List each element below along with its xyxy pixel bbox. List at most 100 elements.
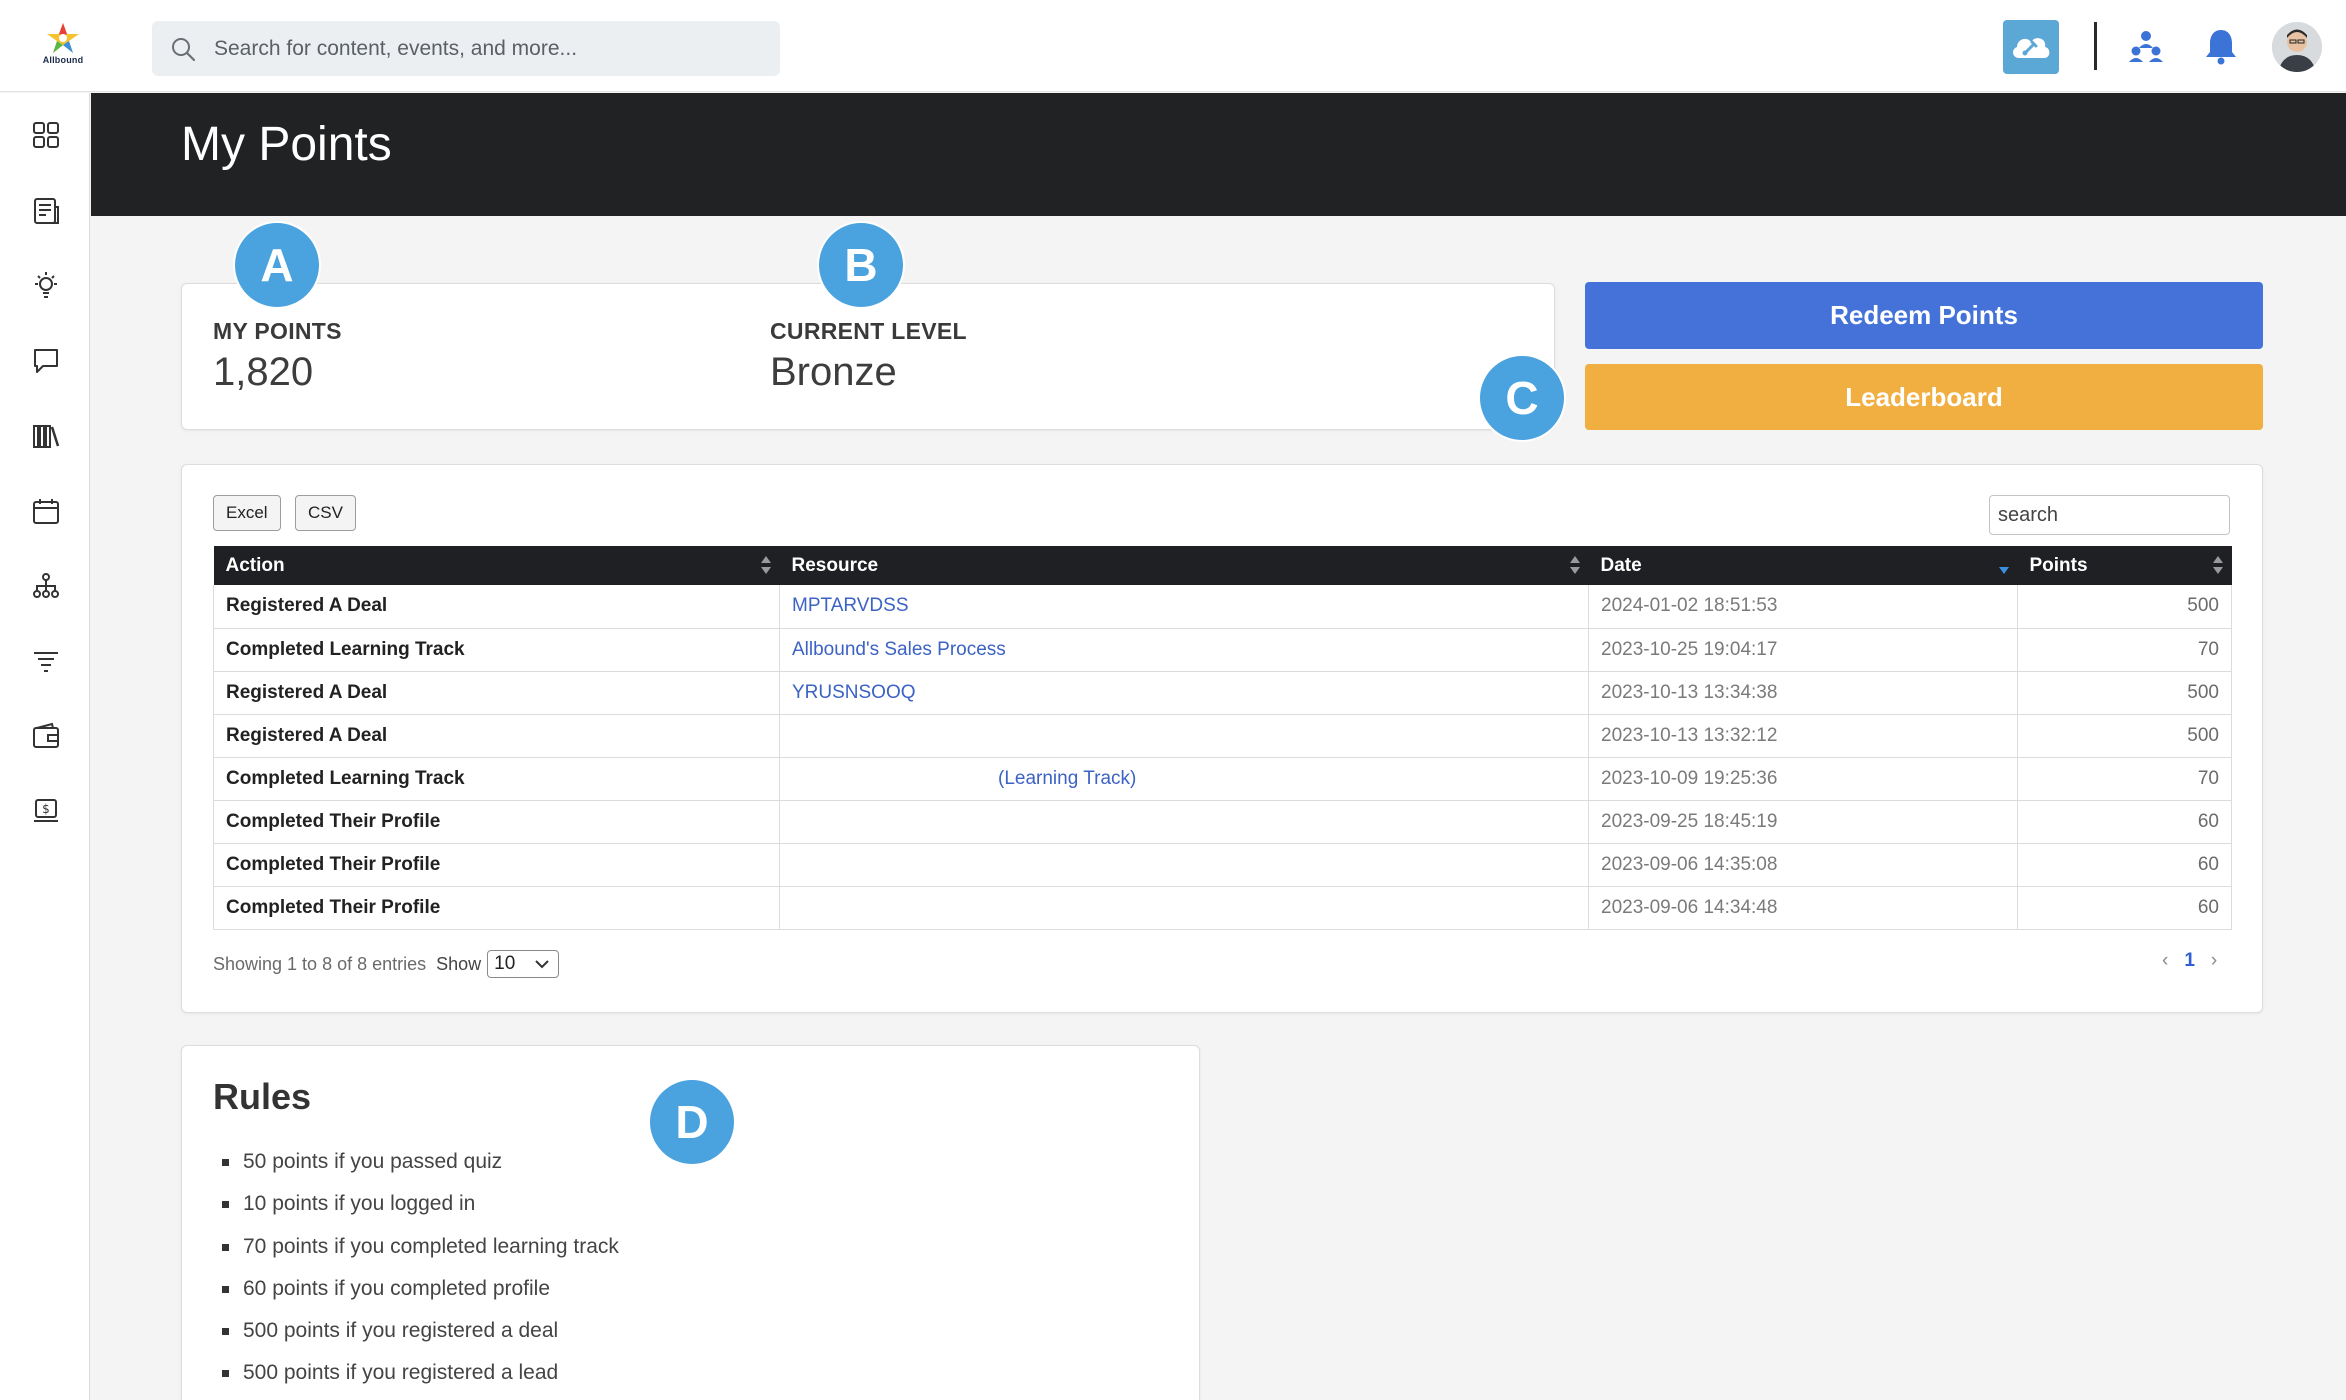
rule-text: 60 points if you completed profile xyxy=(243,1276,551,1300)
action-cell: Completed Their Profile xyxy=(213,843,780,886)
resource-cell: MPTARVDSS xyxy=(779,585,1589,628)
table-row: Completed Their Profile 2023-09-06 14:34… xyxy=(213,886,2232,929)
points-cell: 500 xyxy=(2017,585,2232,628)
points-cell: 60 xyxy=(2017,843,2232,886)
date-cell: 2023-10-13 13:32:12 xyxy=(1588,714,2018,757)
resource-link[interactable]: (Learning Track) xyxy=(998,768,1136,790)
bell-icon[interactable] xyxy=(2204,27,2238,65)
cloud-tool-icon xyxy=(2013,38,2050,58)
show-label: Show xyxy=(436,953,482,974)
global-search[interactable] xyxy=(152,21,780,76)
sidebar-item-news[interactable] xyxy=(30,195,62,227)
export-excel-button[interactable]: Excel xyxy=(213,495,281,531)
leaderboard-button[interactable]: Leaderboard xyxy=(1585,364,2263,430)
date-cell: 2023-10-09 19:25:36 xyxy=(1588,757,2018,800)
resource-link[interactable]: YRUSNSOOQ xyxy=(792,682,916,703)
resource-link[interactable]: Allbound's Sales Process xyxy=(792,639,1006,660)
wallet-icon xyxy=(33,722,59,748)
lightbulb-icon xyxy=(35,272,57,298)
column-header-date[interactable]: Date xyxy=(1589,546,2018,585)
points-history-table: Action Resource Date Points Registered A… xyxy=(213,546,2232,930)
resource-link[interactable]: MPTARVDSS xyxy=(792,595,909,616)
chat-icon xyxy=(34,349,58,373)
logo-text: Allbound xyxy=(42,55,84,65)
column-header-label: Date xyxy=(1600,554,1642,576)
next-page-button[interactable]: › xyxy=(2211,950,2217,972)
action-cell: Completed Their Profile xyxy=(213,886,780,929)
sort-both-icon xyxy=(2212,556,2223,574)
sort-desc-icon xyxy=(1998,567,2009,574)
allbound-logo[interactable]: Allbound xyxy=(38,22,88,72)
table-row: Registered A Deal MPTARVDSS 2024-01-02 1… xyxy=(213,585,2232,628)
user-avatar-icon xyxy=(2272,22,2322,72)
rule-item: 60 points if you completed profile xyxy=(213,1277,619,1319)
bullet-icon xyxy=(222,1328,229,1336)
points-cell: 60 xyxy=(2017,800,2232,843)
rules-title: Rules xyxy=(213,1076,312,1117)
rule-item: 70 points if you completed learning trac… xyxy=(213,1235,619,1277)
rule-item: 500 points if you registered a lead xyxy=(213,1361,619,1400)
sidebar-item-messages[interactable] xyxy=(30,345,62,377)
current-level-label: CURRENT LEVEL xyxy=(770,318,967,344)
column-header-points[interactable]: Points xyxy=(2018,546,2232,585)
cloud-tool-button[interactable] xyxy=(2003,20,2059,74)
table-row: Completed Learning Track (Learning Track… xyxy=(213,757,2232,800)
entries-info: Showing 1 to 8 of 8 entries xyxy=(213,953,427,974)
date-cell: 2023-10-13 13:34:38 xyxy=(1588,671,2018,714)
global-search-input[interactable] xyxy=(214,21,764,76)
page-title: My Points xyxy=(181,118,392,171)
points-history-card: Excel CSV Action Resource Date xyxy=(181,464,2263,1013)
points-cell: 500 xyxy=(2017,671,2232,714)
column-header-action[interactable]: Action xyxy=(214,546,780,585)
sidebar-item-library[interactable] xyxy=(30,420,62,452)
table-search-input[interactable] xyxy=(1989,495,2230,535)
sidebar-item-wallet[interactable] xyxy=(30,720,62,752)
page-1-button[interactable]: 1 xyxy=(2184,950,2195,972)
date-cell: 2023-10-25 19:04:17 xyxy=(1588,628,2018,671)
annotation-marker-d: D xyxy=(648,1078,736,1166)
sidebar-item-dashboard[interactable] xyxy=(30,119,62,151)
annotation-marker-c: C xyxy=(1478,354,1566,442)
points-cell: 60 xyxy=(2017,886,2232,929)
sidebar-item-billing[interactable]: $ xyxy=(30,795,62,827)
my-points-label: MY POINTS xyxy=(213,318,342,344)
rule-text: 500 points if you registered a lead xyxy=(243,1361,559,1385)
sidebar-item-ideas[interactable] xyxy=(30,270,62,302)
action-cell: Registered A Deal xyxy=(213,585,780,628)
svg-text:$: $ xyxy=(42,802,50,816)
export-csv-button[interactable]: CSV xyxy=(295,495,356,531)
sidebar-item-organization[interactable] xyxy=(30,570,62,602)
resource-cell xyxy=(779,843,1589,886)
my-points-value: 1,820 xyxy=(213,350,314,394)
sidebar-item-funnel[interactable] xyxy=(30,645,62,677)
prev-page-button[interactable]: ‹ xyxy=(2162,950,2168,972)
dashboard-icon xyxy=(33,122,59,148)
sort-both-icon xyxy=(760,556,771,574)
top-bar: Allbound xyxy=(0,0,2346,92)
chevron-down-icon xyxy=(535,960,549,969)
page-size-select[interactable]: 10 xyxy=(487,950,560,978)
billing-icon: $ xyxy=(34,799,58,822)
column-header-label: Action xyxy=(225,554,285,576)
action-cell: Completed Learning Track xyxy=(213,628,780,671)
points-cell: 70 xyxy=(2017,757,2232,800)
table-header-row: Action Resource Date Points xyxy=(213,546,2232,585)
current-level-value: Bronze xyxy=(770,350,897,394)
resource-cell xyxy=(779,714,1589,757)
org-chart-icon xyxy=(33,573,59,598)
column-header-resource[interactable]: Resource xyxy=(780,546,1589,585)
date-cell: 2023-09-25 18:45:19 xyxy=(1588,800,2018,843)
sidebar-item-calendar[interactable] xyxy=(30,495,62,527)
sort-both-icon xyxy=(1569,556,1580,574)
annotation-marker-b: B xyxy=(817,221,905,309)
resource-cell: YRUSNSOOQ xyxy=(779,671,1589,714)
table-row: Completed Learning Track Allbound's Sale… xyxy=(213,628,2232,671)
topbar-divider xyxy=(2094,22,2097,70)
rule-text: 50 points if you passed quiz xyxy=(243,1150,503,1173)
redeem-points-button[interactable]: Redeem Points xyxy=(1585,282,2263,349)
team-icon[interactable] xyxy=(2128,28,2164,64)
user-avatar[interactable] xyxy=(2272,22,2322,72)
rule-item: 10 points if you logged in xyxy=(213,1192,619,1234)
column-header-label: Points xyxy=(2029,554,2088,576)
table-footer: Showing 1 to 8 of 8 entries Show 10 xyxy=(213,950,560,978)
